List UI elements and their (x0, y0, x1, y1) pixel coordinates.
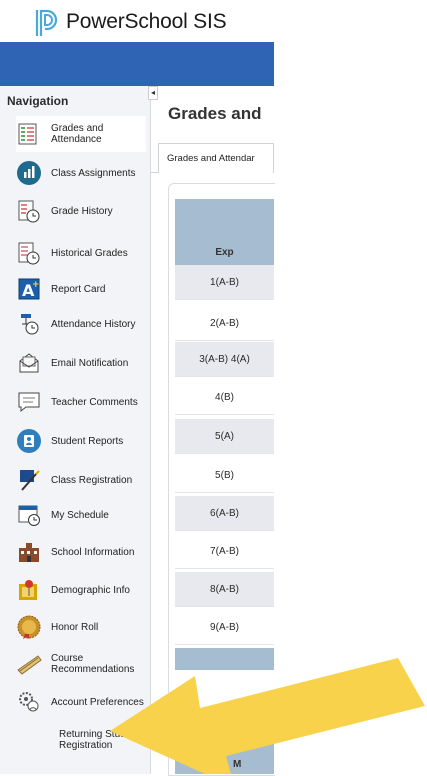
page-title: Grades and (168, 104, 262, 123)
nav-item-label: Returning Student Registration (59, 729, 140, 751)
honor-roll-icon (16, 614, 42, 640)
nav-item-label: My Schedule (51, 509, 109, 521)
nav-item-label: Email Notification (51, 357, 129, 369)
background-area (274, 42, 427, 774)
account-preferences-icon (16, 689, 42, 715)
app-title[interactable]: PowerSchool SIS (66, 10, 227, 34)
powerschool-logo-icon (35, 9, 58, 36)
table-footer (175, 648, 274, 670)
navigation-title: Navigation (7, 94, 69, 108)
nav-item-label: Course Recommendations (51, 653, 135, 675)
course-recommendations-icon (16, 651, 42, 677)
top-nav-bar (0, 42, 274, 86)
nav-item-label: Class Registration (51, 474, 133, 486)
comments-icon (16, 389, 42, 415)
grades-icon (16, 121, 42, 147)
nav-item-class-registration[interactable]: Class Registration (16, 462, 146, 498)
table-row[interactable]: 3(A-B) 4(A) (175, 342, 274, 377)
nav-item-student-reports[interactable]: Student Reports (16, 423, 146, 459)
nav-item-grades-and-attendance[interactable]: Grades and Attendance (16, 116, 146, 152)
app-header: PowerSchool SIS (0, 0, 427, 42)
table-row[interactable]: 5(A) (175, 419, 274, 454)
table-row[interactable]: 5(B) (175, 458, 274, 493)
nav-item-school-information[interactable]: School Information (16, 534, 146, 570)
nav-item-report-card[interactable]: A + Report Card (16, 271, 146, 307)
nav-item-email-notification[interactable]: Email Notification (16, 345, 146, 381)
column-header[interactable]: M (233, 759, 241, 770)
nav-item-label: Teacher Comments (51, 396, 138, 408)
nav-item-label: Student Reports (51, 435, 124, 447)
table-row[interactable]: 8(A-B) (175, 572, 274, 607)
nav-item-label: Demographic Info (51, 584, 130, 596)
table-row[interactable]: 6(A-B) (175, 496, 274, 531)
class-assignments-icon (16, 160, 42, 186)
nav-item-course-recommendations[interactable]: Course Recommendations (16, 646, 146, 682)
table-row[interactable]: 9(A-B) (175, 610, 274, 645)
nav-item-label: Honor Roll (51, 621, 99, 633)
nav-item-label: Historical Grades (51, 247, 128, 259)
email-icon (16, 350, 42, 376)
nav-item-label: Class Assignments (51, 167, 136, 179)
nav-item-honor-roll[interactable]: Honor Roll (16, 609, 146, 645)
tab-grades-and-attendance[interactable]: Grades and Attendar (158, 143, 274, 173)
nav-item-demographic-info[interactable]: Demographic Info (16, 572, 146, 608)
grade-history-icon (16, 198, 42, 224)
nav-item-label: Report Card (51, 283, 106, 295)
student-reports-icon (16, 428, 42, 454)
nav-item-returning-student-registration[interactable]: Returning Student Registration (16, 722, 146, 758)
attendance-history-icon (16, 311, 42, 337)
nav-item-label: School Information (51, 546, 135, 558)
schedule-icon (16, 502, 42, 528)
nav-item-teacher-comments[interactable]: Teacher Comments (16, 384, 146, 420)
collapse-sidebar-button[interactable]: ◂ (148, 86, 158, 100)
nav-item-grade-history[interactable]: Grade History (16, 193, 146, 229)
table-row[interactable]: 4(B) (175, 380, 274, 415)
table-row[interactable]: 2(A-B) (175, 306, 274, 341)
report-card-icon: A + (16, 276, 42, 302)
table-row[interactable]: 1(A-B) (175, 265, 274, 300)
second-table-header: M (175, 738, 274, 774)
nav-item-my-schedule[interactable]: My Schedule (16, 497, 146, 533)
svg-text:+: + (32, 280, 40, 290)
column-header-exp[interactable]: Exp (175, 247, 274, 258)
nav-item-account-preferences[interactable]: Account Preferences (16, 684, 146, 720)
table-row[interactable]: 7(A-B) (175, 534, 274, 569)
historical-grades-icon (16, 240, 42, 266)
nav-item-class-assignments[interactable]: Class Assignments (16, 155, 146, 191)
nav-item-label: Grades and Attendance (51, 123, 104, 145)
nav-item-attendance-history[interactable]: Attendance History (16, 306, 146, 342)
nav-item-label: Account Preferences (51, 696, 144, 708)
school-icon (16, 539, 42, 565)
nav-item-historical-grades[interactable]: Historical Grades (16, 235, 146, 271)
nav-item-label: Grade History (51, 205, 113, 217)
class-registration-icon (16, 467, 42, 493)
nav-item-label: Attendance History (51, 318, 136, 330)
table-header: Exp (175, 199, 274, 265)
demographic-icon (16, 577, 42, 603)
